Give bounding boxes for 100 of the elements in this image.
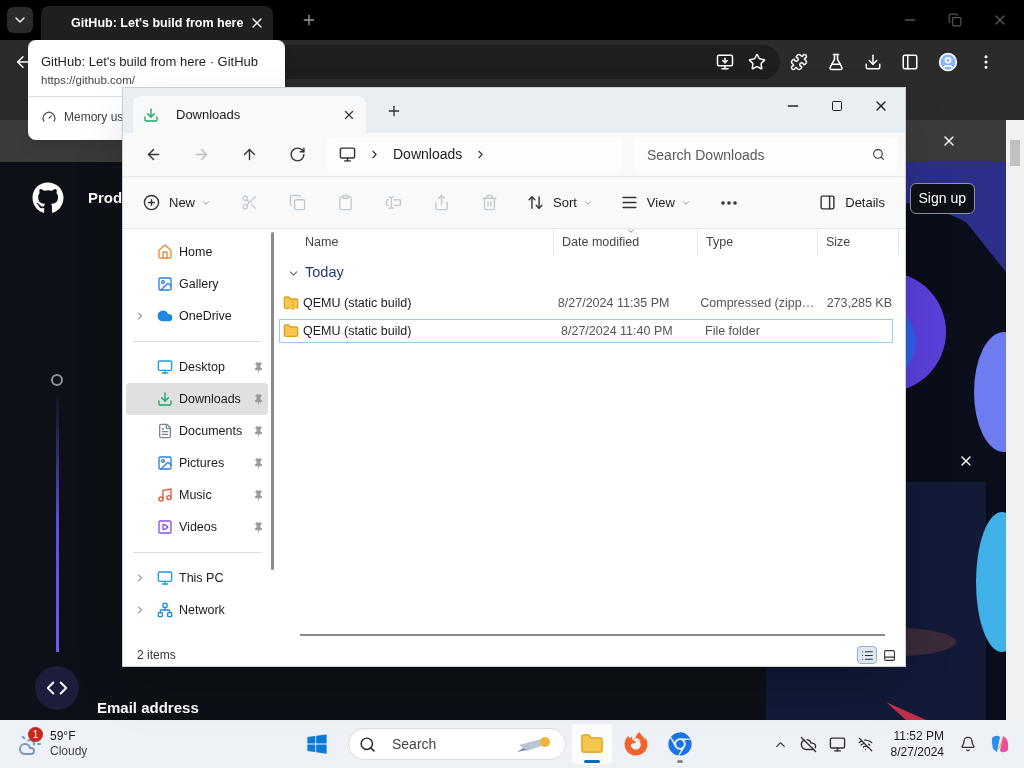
picture-icon <box>157 455 173 471</box>
maximize-icon[interactable] <box>831 99 843 112</box>
new-button[interactable]: New <box>135 185 219 220</box>
temperature-text: 59°F <box>50 729 77 744</box>
column-header[interactable]: Name <box>279 229 554 255</box>
document-icon <box>157 423 173 439</box>
weather-widget[interactable]: 1 59°F Cloudy <box>16 729 88 759</box>
sidebar-item[interactable]: Gallery <box>126 268 268 300</box>
network-icon <box>157 602 173 618</box>
explorer-tab[interactable]: Downloads <box>133 96 366 133</box>
sidebar-item[interactable]: OneDrive <box>126 300 268 332</box>
date-cell-text: 8/27/2024 11:40 PM <box>560 322 674 340</box>
panel-icon <box>882 648 896 662</box>
sort-button[interactable]: Sort <box>519 185 601 220</box>
panel-icon <box>819 194 837 211</box>
group-header[interactable]: Today <box>279 255 905 291</box>
view-button[interactable]: View <box>612 185 699 220</box>
address-bar[interactable]: Downloads <box>327 137 622 172</box>
sidebar-item[interactable]: Network <box>126 594 268 626</box>
file-name: QEMU (static build) <box>303 322 412 340</box>
column-header[interactable]: Type <box>698 229 818 255</box>
hover-card-url: https://github.com/ <box>41 74 135 86</box>
sidebar-item[interactable]: Videos <box>126 511 268 543</box>
chrome-icon <box>668 732 692 756</box>
wifi-off-icon[interactable] <box>857 736 873 752</box>
windows-logo-icon[interactable] <box>306 733 328 755</box>
firefox-icon <box>624 732 648 756</box>
flask-icon[interactable] <box>827 53 845 71</box>
new-tab-icon[interactable] <box>386 103 402 119</box>
picture-icon <box>157 276 173 292</box>
folder-icon <box>283 323 299 339</box>
download-icon <box>143 106 159 123</box>
cloud-icon <box>157 308 173 324</box>
file-row[interactable]: QEMU (static build) 8/27/2024 11:35 PM Compressed (zipp… 273,285 KB <box>279 291 893 315</box>
horizontal-scrollbar[interactable] <box>300 634 885 636</box>
sidebar-item[interactable]: Pictures <box>126 447 268 479</box>
taskbar-app[interactable] <box>572 724 612 764</box>
type-cell-text: File folder <box>704 322 761 340</box>
trash-icon <box>480 194 498 211</box>
side-panel-icon[interactable] <box>901 53 919 71</box>
details-button[interactable]: Details <box>811 185 893 220</box>
search-field[interactable]: Search Downloads <box>634 137 897 172</box>
sidebar-item[interactable]: Desktop <box>126 351 268 383</box>
star-icon[interactable] <box>748 53 766 71</box>
column-header[interactable]: Size <box>818 229 899 255</box>
house-icon <box>157 244 173 260</box>
sort-caret-icon <box>625 226 636 236</box>
puzzle-icon[interactable] <box>790 53 808 71</box>
gauge-icon <box>42 110 56 124</box>
tab-list-button[interactable] <box>7 7 33 33</box>
desktop-icon <box>157 359 173 375</box>
sidebar-item[interactable]: Music <box>126 479 268 511</box>
sidebar-item[interactable]: Documents <box>126 415 268 447</box>
status-text: 2 items <box>137 647 176 664</box>
breadcrumb-item[interactable]: Downloads <box>393 144 463 165</box>
type-cell-text: Compressed (zipp… <box>699 294 816 312</box>
taskbar-search[interactable]: Search <box>348 728 566 760</box>
sidebar-item[interactable]: Home <box>126 236 268 268</box>
monitor-icon[interactable] <box>828 735 846 753</box>
video-icon <box>157 519 173 535</box>
details-view-button[interactable] <box>857 646 877 664</box>
email-label: Email address <box>97 697 199 718</box>
sidebar-item[interactable]: This PC <box>126 562 268 594</box>
copy-icon <box>288 194 306 211</box>
sign-up-button[interactable]: Sign up <box>909 182 975 214</box>
file-row[interactable]: QEMU (static build) 8/27/2024 11:40 PM File folder <box>279 319 893 343</box>
clipboard-icon <box>336 194 354 211</box>
clock[interactable]: 11:52 PM 8/27/2024 <box>890 728 944 760</box>
up-down-arrows-icon <box>527 194 544 211</box>
column-header[interactable]: Date modified <box>554 229 698 255</box>
sidebar-item[interactable]: Downloads <box>126 383 268 415</box>
restore-icon[interactable] <box>948 13 962 27</box>
monitor-icon <box>339 146 356 163</box>
share-icon <box>432 194 450 211</box>
scrollbar[interactable] <box>271 232 274 570</box>
download-icon <box>157 391 173 407</box>
new-tab-icon[interactable] <box>301 12 317 28</box>
size-cell-text: 273,285 KB <box>825 294 892 312</box>
scrollbar[interactable] <box>1006 120 1024 720</box>
search-icon <box>359 735 376 753</box>
ellipsis-icon <box>720 200 737 205</box>
profile-icon[interactable] <box>938 52 958 72</box>
refresh-icon <box>288 146 306 163</box>
install-icon[interactable] <box>716 53 734 71</box>
zipped-folder-icon <box>283 295 299 311</box>
condition-text: Cloudy <box>50 744 88 759</box>
nav-item[interactable]: Prod <box>88 186 123 210</box>
bell-icon[interactable] <box>960 736 976 752</box>
list-icon <box>860 648 874 662</box>
plus-circle-icon <box>143 194 160 211</box>
download-icon[interactable] <box>864 53 882 71</box>
github-logo-icon[interactable] <box>32 182 64 214</box>
scissors-icon <box>240 194 258 211</box>
browser-tab[interactable]: GitHub: Let's build from here <box>41 6 273 40</box>
file-name: QEMU (static build) <box>303 294 412 312</box>
music-icon <box>157 487 173 503</box>
date-cell-text: 8/27/2024 11:35 PM <box>556 294 671 312</box>
cloud-off-icon[interactable] <box>799 735 817 753</box>
tab-title: GitHub: Let's build from here <box>71 14 245 32</box>
notification-badge: 1 <box>28 727 43 742</box>
